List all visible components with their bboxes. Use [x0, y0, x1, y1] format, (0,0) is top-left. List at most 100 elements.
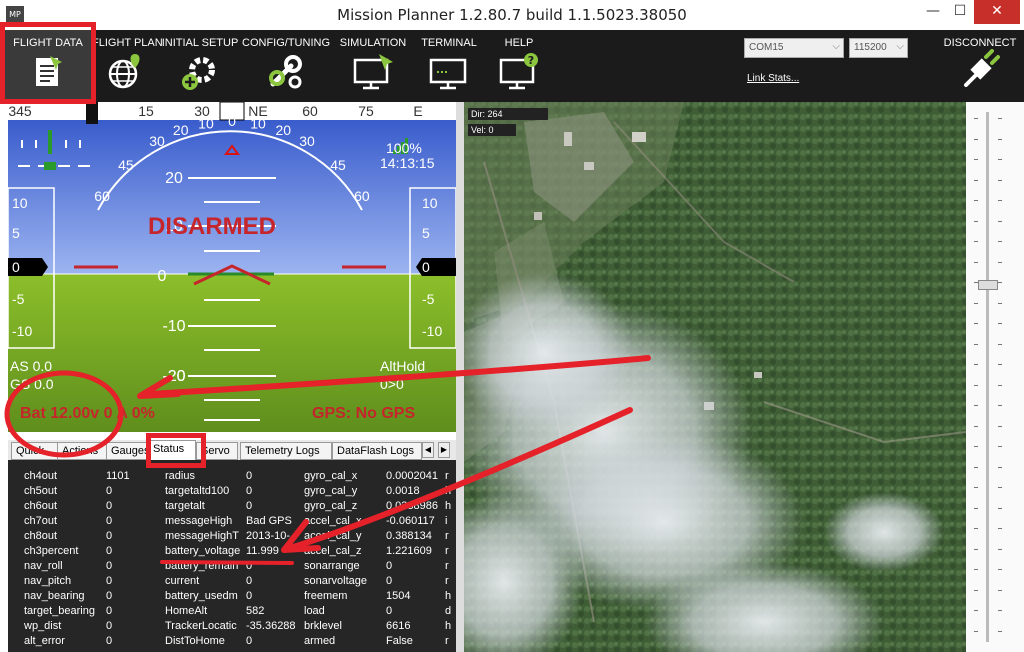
status-field-value: 0 — [386, 560, 393, 572]
tab-quick[interactable]: Quick — [11, 442, 61, 460]
initial-setup-button[interactable]: INITIAL SETUP — [160, 30, 240, 102]
pitch-label: 20 — [165, 170, 183, 187]
zoom-tick — [974, 507, 978, 509]
pitch-label: -20 — [162, 368, 185, 385]
status-field-name: alt_error — [24, 635, 65, 647]
zoom-tick — [974, 200, 978, 201]
status-field-name: h — [445, 590, 452, 602]
pitch-label: -10 — [162, 318, 185, 335]
direction-label: Dir: 264 — [468, 108, 548, 120]
altitude-tape-label: -5 — [422, 291, 435, 307]
zoom-tick — [974, 159, 978, 160]
zoom-tick — [998, 487, 1002, 488]
tab-strip: Quick Actions Gauges Status Servo Teleme… — [8, 440, 456, 460]
svg-text:?: ? — [528, 54, 534, 67]
port-select[interactable]: COM15 ⌵ — [744, 38, 844, 58]
status-field-name: messageHigh — [165, 515, 233, 527]
map-view[interactable]: Dir: 264 Vel: 0 — [464, 102, 966, 652]
status-field-name: targetaltd100 — [165, 485, 230, 497]
status-field-name: messageHighT — [165, 530, 239, 542]
status-field-name: wp_dist — [24, 620, 62, 632]
speed-tape-label: -10 — [12, 323, 32, 339]
roll-label: 30 — [299, 133, 315, 149]
zoom-slider-thumb[interactable] — [978, 280, 998, 290]
status-field-value: 0.388134 — [386, 530, 432, 542]
heading-label: E — [413, 103, 422, 119]
status-field-value: 0 — [106, 515, 113, 527]
zoom-tick — [998, 159, 1002, 160]
link-stats-link[interactable]: Link Stats... — [747, 73, 799, 84]
status-field-name: target_bearing — [24, 605, 95, 617]
disconnect-button[interactable]: DISCONNECT — [940, 30, 1020, 102]
status-field-name: accel_cal_x — [304, 515, 362, 527]
help-button[interactable]: HELP ? — [492, 30, 546, 102]
terminal-button[interactable]: TERMINAL — [416, 30, 482, 102]
status-field-name: targetalt — [165, 500, 205, 512]
battery-status: Bat 12.00v 0 A 0% — [20, 405, 155, 422]
roll-label: 45 — [118, 157, 134, 173]
zoom-tick — [998, 200, 1002, 201]
roll-label: 30 — [149, 133, 165, 149]
status-field-value: 0 — [106, 620, 113, 632]
zoom-slider-track[interactable] — [986, 112, 989, 642]
zoom-tick — [998, 384, 1002, 386]
zoom-tick — [974, 241, 978, 242]
status-field-name: gyro_cal_y — [304, 485, 358, 497]
status-field-name: load — [304, 605, 325, 617]
initial-setup-icon — [182, 57, 215, 90]
maximize-button[interactable]: ☐ — [947, 0, 973, 24]
status-field-value: 0.0388986 — [386, 500, 438, 512]
heading-label: 15 — [138, 103, 154, 119]
status-field-name: r — [445, 575, 449, 587]
zoom-panel — [966, 102, 1024, 652]
zoom-tick — [998, 364, 1002, 365]
status-field-value: 0 — [106, 500, 113, 512]
tab-actions[interactable]: Actions — [57, 442, 107, 460]
status-field-name: gyro_cal_z — [304, 500, 358, 512]
speed-tape-label: 0 — [12, 259, 20, 275]
groundspeed: GS 0.0 — [10, 376, 54, 392]
zoom-tick — [974, 630, 978, 632]
roll-label: 20 — [276, 122, 292, 138]
status-field-name: TrackerLocatic — [165, 620, 237, 632]
minimize-button[interactable]: — — [920, 0, 946, 24]
tab-gauges[interactable]: Gauges — [106, 442, 148, 460]
airspeed: AS 0.0 — [10, 358, 53, 374]
zoom-tick — [998, 507, 1002, 509]
tab-telemetry-logs[interactable]: Telemetry Logs — [240, 442, 332, 460]
satellite-map — [464, 102, 966, 652]
status-field-value: 0 — [106, 485, 113, 497]
status-field-name: battery_remain — [165, 560, 239, 572]
status-field-value: 1504 — [386, 590, 411, 602]
simulation-label: SIMULATION — [339, 37, 407, 49]
speed-tape-label: 10 — [12, 195, 28, 211]
status-field-name: DistToHome — [165, 635, 225, 647]
zoom-tick — [974, 220, 978, 222]
baud-value: 115200 — [854, 42, 887, 53]
tab-scroll-right-icon[interactable]: ▶ — [438, 442, 450, 458]
zoom-tick — [974, 118, 978, 119]
tab-dataflash-logs[interactable]: DataFlash Logs — [332, 442, 422, 460]
zoom-tick — [998, 220, 1002, 222]
close-button[interactable]: ✕ — [974, 0, 1020, 24]
tab-scroll-left-icon[interactable]: ◀ — [422, 442, 434, 458]
status-field-name: brklevel — [304, 620, 342, 632]
zoom-tick — [998, 118, 1002, 119]
status-field-value: 582 — [246, 605, 265, 617]
panel-splitter[interactable] — [456, 102, 464, 652]
zoom-tick — [974, 466, 978, 468]
simulation-icon — [353, 54, 393, 90]
status-field-value: 0 — [386, 605, 393, 617]
status-field-value: 1.221609 — [386, 545, 432, 557]
simulation-button[interactable]: SIMULATION — [336, 30, 410, 102]
altitude-tape-label: 0 — [422, 259, 430, 275]
baud-select[interactable]: 115200 ⌵ — [849, 38, 908, 58]
zoom-tick — [998, 241, 1002, 242]
status-field-value: -35.36288 — [246, 620, 296, 632]
status-field-name: ch5out — [24, 485, 58, 497]
status-field-name: r — [445, 470, 449, 482]
zoom-tick — [998, 138, 1002, 140]
config-tuning-button[interactable]: CONFIG/TUNING — [242, 30, 330, 102]
status-field-name: sonarrange — [304, 560, 360, 572]
flight-plan-button[interactable]: FLIGHT PLAN — [92, 30, 163, 102]
